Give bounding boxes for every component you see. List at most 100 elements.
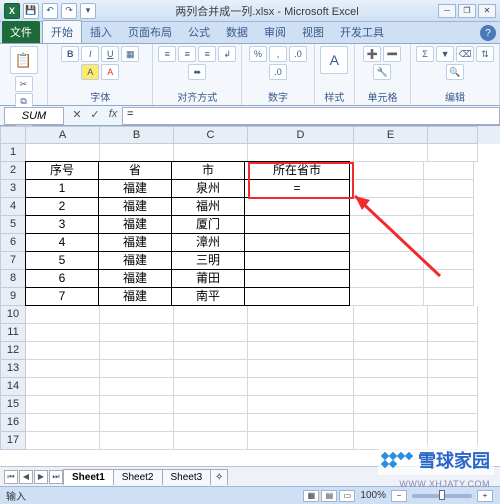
tab-insert[interactable]: 插入	[82, 21, 120, 43]
row-header[interactable]: 10	[0, 306, 26, 324]
row-header[interactable]: 6	[0, 234, 26, 252]
cell-E14[interactable]	[354, 378, 428, 396]
formula-input[interactable]: =	[122, 107, 500, 125]
cell-C11[interactable]	[174, 324, 248, 342]
worksheet[interactable]: A B C D E 12序号省市所在省市31福建泉州=42福建福州53福建厦门6…	[0, 126, 500, 466]
cell-E4[interactable]	[350, 198, 424, 216]
cell-C10[interactable]	[174, 306, 248, 324]
underline-button[interactable]: U	[101, 46, 119, 62]
cell-E2[interactable]	[350, 162, 424, 180]
cell-D13[interactable]	[248, 360, 354, 378]
cell-A9[interactable]: 7	[25, 287, 99, 306]
sheet-tab-1[interactable]: Sheet1	[63, 469, 114, 485]
fx-button[interactable]: fx	[104, 108, 122, 124]
align-right-button[interactable]: ≡	[198, 46, 216, 62]
cell-C4[interactable]: 福州	[171, 197, 245, 216]
cell-F11[interactable]	[428, 324, 478, 342]
cell-D17[interactable]	[248, 432, 354, 450]
paste-button[interactable]: 📋	[10, 46, 38, 74]
cell-E5[interactable]	[350, 216, 424, 234]
col-header-A[interactable]: A	[26, 126, 100, 144]
align-center-button[interactable]: ≡	[178, 46, 196, 62]
sheet-nav-first[interactable]: ⏮	[4, 470, 18, 484]
cell-D15[interactable]	[248, 396, 354, 414]
tab-layout[interactable]: 页面布局	[120, 21, 180, 43]
cell-B16[interactable]	[100, 414, 174, 432]
new-sheet-button[interactable]: ✧	[210, 469, 228, 485]
sort-button[interactable]: ⇅	[476, 46, 494, 62]
fill-color-button[interactable]: A	[81, 64, 99, 80]
cell-C2[interactable]: 市	[171, 161, 245, 180]
cell-E10[interactable]	[354, 306, 428, 324]
cell-F4[interactable]	[424, 198, 474, 216]
cell-F12[interactable]	[428, 342, 478, 360]
tab-review[interactable]: 审阅	[256, 21, 294, 43]
insert-cells-button[interactable]: ➕	[363, 46, 381, 62]
cell-D7[interactable]	[244, 251, 350, 270]
cell-B8[interactable]: 福建	[98, 269, 172, 288]
merge-button[interactable]: ⬌	[188, 64, 206, 80]
select-all-corner[interactable]	[0, 126, 26, 144]
cell-C14[interactable]	[174, 378, 248, 396]
sheet-tab-3[interactable]: Sheet3	[162, 469, 212, 485]
cell-A15[interactable]	[26, 396, 100, 414]
view-normal-button[interactable]: ▦	[303, 490, 319, 502]
col-header-E[interactable]: E	[354, 126, 428, 144]
cell-E12[interactable]	[354, 342, 428, 360]
cell-C1[interactable]	[174, 144, 248, 162]
tab-home[interactable]: 开始	[42, 20, 82, 43]
cell-F13[interactable]	[428, 360, 478, 378]
row-header[interactable]: 15	[0, 396, 26, 414]
row-header[interactable]: 13	[0, 360, 26, 378]
cell-F2[interactable]	[424, 162, 474, 180]
cell-B13[interactable]	[100, 360, 174, 378]
cell-E16[interactable]	[354, 414, 428, 432]
cell-D14[interactable]	[248, 378, 354, 396]
cell-A7[interactable]: 5	[25, 251, 99, 270]
cell-F5[interactable]	[424, 216, 474, 234]
view-pagebreak-button[interactable]: ▭	[339, 490, 355, 502]
cell-D4[interactable]	[244, 197, 350, 216]
font-color-button[interactable]: A	[101, 64, 119, 80]
cell-F14[interactable]	[428, 378, 478, 396]
cell-B15[interactable]	[100, 396, 174, 414]
bold-button[interactable]: B	[61, 46, 79, 62]
cell-D5[interactable]	[244, 215, 350, 234]
restore-button[interactable]: ❐	[458, 4, 476, 18]
sheet-nav-next[interactable]: ▶	[34, 470, 48, 484]
wrap-button[interactable]: ↲	[218, 46, 236, 62]
cell-F16[interactable]	[428, 414, 478, 432]
percent-button[interactable]: %	[249, 46, 267, 62]
cell-B6[interactable]: 福建	[98, 233, 172, 252]
cell-A10[interactable]	[26, 306, 100, 324]
cell-A11[interactable]	[26, 324, 100, 342]
decimal-dec-button[interactable]: .0	[269, 64, 287, 80]
cell-C15[interactable]	[174, 396, 248, 414]
row-header[interactable]: 17	[0, 432, 26, 450]
cell-C9[interactable]: 南平	[171, 287, 245, 306]
cell-A8[interactable]: 6	[25, 269, 99, 288]
zoom-out-button[interactable]: −	[391, 490, 407, 502]
cell-E6[interactable]	[350, 234, 424, 252]
cell-B7[interactable]: 福建	[98, 251, 172, 270]
cell-F6[interactable]	[424, 234, 474, 252]
row-header[interactable]: 9	[0, 288, 26, 306]
row-header[interactable]: 14	[0, 378, 26, 396]
cell-F1[interactable]	[428, 144, 478, 162]
save-button[interactable]: 💾	[23, 3, 39, 19]
tab-dev[interactable]: 开发工具	[332, 21, 392, 43]
cell-F9[interactable]	[424, 288, 474, 306]
cell-C16[interactable]	[174, 414, 248, 432]
cell-F10[interactable]	[428, 306, 478, 324]
fill-button[interactable]: ▼	[436, 46, 454, 62]
close-button[interactable]: ✕	[478, 4, 496, 18]
cell-D10[interactable]	[248, 306, 354, 324]
row-header[interactable]: 1	[0, 144, 26, 162]
border-button[interactable]: ▦	[121, 46, 139, 62]
view-layout-button[interactable]: ▤	[321, 490, 337, 502]
cell-E15[interactable]	[354, 396, 428, 414]
cell-A4[interactable]: 2	[25, 197, 99, 216]
row-header[interactable]: 16	[0, 414, 26, 432]
decimal-inc-button[interactable]: .0	[289, 46, 307, 62]
cell-D11[interactable]	[248, 324, 354, 342]
